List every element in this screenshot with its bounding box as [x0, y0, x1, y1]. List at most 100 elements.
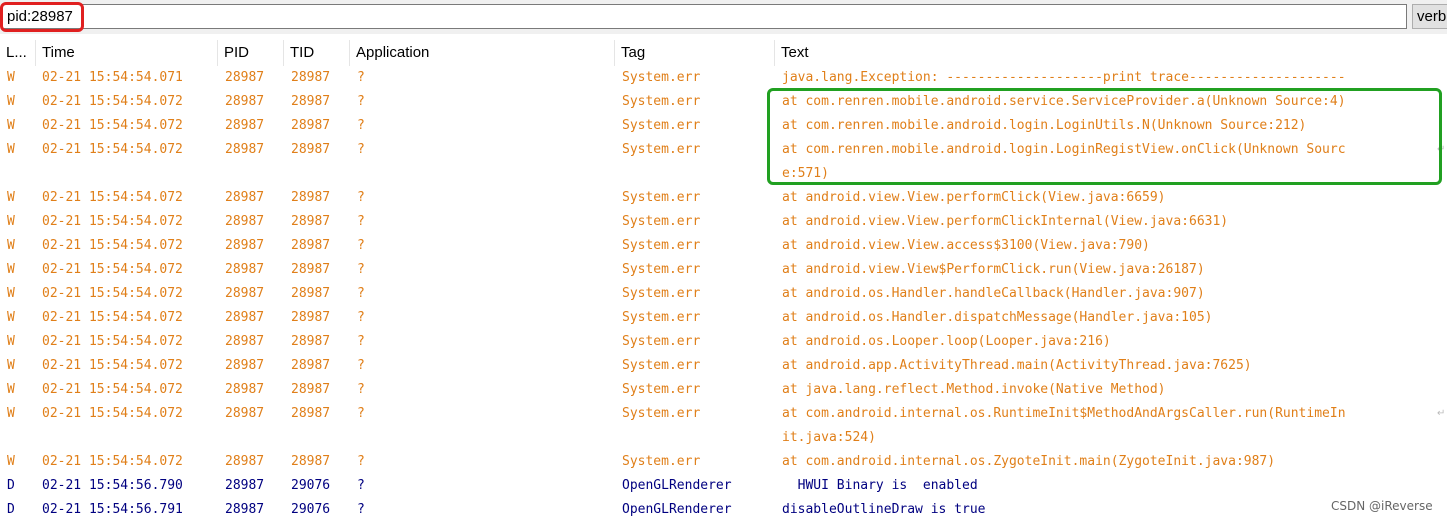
log-time: 02-21 15:54:56.790	[42, 478, 183, 493]
log-text-line: at android.os.Handler.handleCallback(Han…	[782, 286, 1205, 301]
log-text-line: at com.android.internal.os.RuntimeInit$M…	[782, 406, 1346, 421]
log-pid: 28987	[225, 382, 265, 397]
log-row[interactable]: W 02-21 15:54:54.072 28987 28987? System.err…	[0, 450, 1447, 474]
log-tid: 28987	[291, 334, 331, 349]
log-time: 02-21 15:54:54.072	[42, 142, 183, 157]
log-tid: 28987	[291, 358, 331, 373]
column-header-time[interactable]: Time	[36, 40, 218, 66]
log-table-header: L... Time PID TID Application Tag Text	[0, 40, 1447, 66]
column-header-pid[interactable]: PID	[218, 40, 284, 66]
log-row[interactable]: W 02-21 15:54:54.072 28987 28987? System.err…	[0, 258, 1447, 282]
log-time: 02-21 15:54:54.072	[42, 118, 183, 133]
log-application: ?	[357, 238, 365, 253]
column-header-tid[interactable]: TID	[284, 40, 350, 66]
log-text-line: at android.app.ActivityThread.main(Activ…	[782, 358, 1252, 373]
log-pid: 28987	[225, 118, 265, 133]
log-row[interactable]: W 02-21 15:54:54.072 28987 28987? System.err…	[0, 402, 1447, 450]
log-time: 02-21 15:54:56.791	[42, 502, 183, 517]
log-level: W	[7, 262, 15, 277]
log-row[interactable]: W 02-21 15:54:54.072 28987 28987? System.err…	[0, 378, 1447, 402]
column-header-application[interactable]: Application	[350, 40, 615, 66]
log-time: 02-21 15:54:54.072	[42, 406, 183, 421]
log-time: 02-21 15:54:54.072	[42, 190, 183, 205]
log-level: W	[7, 70, 15, 85]
log-row[interactable]: D 02-21 15:54:56.790 28987 29076? OpenGLRend…	[0, 474, 1447, 498]
log-time: 02-21 15:54:54.072	[42, 358, 183, 373]
log-row[interactable]: W 02-21 15:54:54.072 28987 28987? System.err…	[0, 114, 1447, 138]
log-tag: OpenGLRenderer	[622, 478, 732, 493]
log-row[interactable]: W 02-21 15:54:54.072 28987 28987? System.err…	[0, 306, 1447, 330]
log-application: ?	[357, 142, 365, 157]
log-tid: 28987	[291, 310, 331, 325]
log-pid: 28987	[225, 214, 265, 229]
log-row[interactable]: W 02-21 15:54:54.072 28987 28987? System.err…	[0, 90, 1447, 114]
log-row[interactable]: W 02-21 15:54:54.072 28987 28987? System.err…	[0, 234, 1447, 258]
log-tid: 28987	[291, 406, 331, 421]
log-row[interactable]: W 02-21 15:54:54.072 28987 28987? System.err…	[0, 354, 1447, 378]
log-row[interactable]: W 02-21 15:54:54.072 28987 28987? System.err…	[0, 330, 1447, 354]
log-text: java.lang.Exception: -------------------…	[782, 66, 1346, 90]
log-level-select[interactable]: verb	[1412, 4, 1447, 29]
log-tag: System.err	[622, 118, 701, 133]
log-level: W	[7, 94, 15, 109]
log-tid: 28987	[291, 190, 331, 205]
log-text-line: at android.view.View.access$3100(View.ja…	[782, 238, 1150, 253]
column-header-level[interactable]: L...	[0, 40, 36, 66]
log-text-line: disableOutlineDraw is true	[782, 502, 986, 517]
log-row[interactable]: W 02-21 15:54:54.072 28987 28987? System.err…	[0, 210, 1447, 234]
log-pid: 28987	[225, 190, 265, 205]
log-application: ?	[357, 118, 365, 133]
log-time: 02-21 15:54:54.072	[42, 382, 183, 397]
log-level: D	[7, 502, 15, 517]
log-application: ?	[357, 406, 365, 421]
log-row[interactable]: D 02-21 15:54:56.791 28987 29076? OpenGLRend…	[0, 498, 1447, 521]
log-tag: System.err	[622, 406, 701, 421]
filter-input[interactable]	[2, 4, 1407, 29]
log-level: D	[7, 478, 15, 493]
log-row[interactable]: W 02-21 15:54:54.071 28987 28987? System.err…	[0, 66, 1447, 90]
log-text-line: at android.view.View$PerformClick.run(Vi…	[782, 262, 1205, 277]
line-wrap-icon: ↵	[1437, 144, 1446, 155]
log-level: W	[7, 334, 15, 349]
log-tag: System.err	[622, 286, 701, 301]
log-text: at com.renren.mobile.android.login.Login…	[782, 114, 1306, 138]
column-header-tag[interactable]: Tag	[615, 40, 775, 66]
log-tag: System.err	[622, 238, 701, 253]
log-tid: 28987	[291, 70, 331, 85]
log-row[interactable]: W 02-21 15:54:54.072 28987 28987? System.err…	[0, 282, 1447, 306]
log-level: W	[7, 214, 15, 229]
log-text: disableOutlineDraw is true	[782, 498, 986, 521]
log-tid: 28987	[291, 238, 331, 253]
log-tag: System.err	[622, 70, 701, 85]
filter-toolbar: verb	[0, 0, 1447, 34]
log-tid: 28987	[291, 286, 331, 301]
log-table-body[interactable]: W 02-21 15:54:54.071 28987 28987? System.err…	[0, 66, 1447, 521]
log-text-line: e:571)	[782, 166, 829, 181]
log-pid: 28987	[225, 94, 265, 109]
log-tag: System.err	[622, 454, 701, 469]
log-row[interactable]: W 02-21 15:54:54.072 28987 28987? System.err…	[0, 186, 1447, 210]
log-application: ?	[357, 478, 365, 493]
log-pid: 28987	[225, 358, 265, 373]
log-pid: 28987	[225, 286, 265, 301]
log-text-line: HWUI Binary is enabled	[782, 478, 978, 493]
log-tid: 29076	[291, 478, 331, 493]
log-tid: 28987	[291, 118, 331, 133]
column-header-text[interactable]: Text	[775, 40, 1447, 66]
log-tid: 28987	[291, 454, 331, 469]
log-text-line: it.java:524)	[782, 430, 876, 445]
log-tid: 28987	[291, 142, 331, 157]
log-level: W	[7, 238, 15, 253]
log-time: 02-21 15:54:54.072	[42, 310, 183, 325]
log-tag: System.err	[622, 310, 701, 325]
log-tag: System.err	[622, 214, 701, 229]
log-text: at java.lang.reflect.Method.invoke(Nativ…	[782, 378, 1166, 402]
log-text-line: at java.lang.reflect.Method.invoke(Nativ…	[782, 382, 1166, 397]
log-tag: System.err	[622, 94, 701, 109]
log-pid: 28987	[225, 310, 265, 325]
log-row[interactable]: W 02-21 15:54:54.072 28987 28987? System.err…	[0, 138, 1447, 186]
log-time: 02-21 15:54:54.072	[42, 286, 183, 301]
log-application: ?	[357, 454, 365, 469]
log-text: at com.renren.mobile.android.login.Login…	[782, 138, 1346, 186]
log-pid: 28987	[225, 334, 265, 349]
